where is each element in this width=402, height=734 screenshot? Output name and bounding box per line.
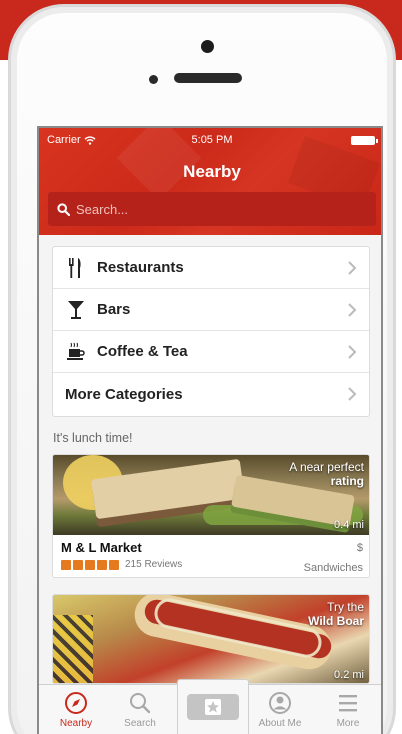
card-tagline: Try the Wild Boar — [308, 600, 364, 628]
featured-card[interactable]: A near perfect rating 0.4 mi M & L Marke… — [52, 454, 370, 578]
tagline-line: A near perfect — [289, 460, 364, 474]
status-bar: Carrier 5:05 PM — [39, 132, 381, 148]
search-input[interactable] — [76, 201, 356, 217]
earpiece-speaker — [174, 73, 242, 83]
tab-label: Search — [124, 718, 156, 729]
category-row-restaurants[interactable]: Restaurants — [53, 247, 369, 289]
chevron-right-icon — [348, 303, 357, 317]
page-title: Nearby — [183, 162, 241, 181]
featured-card[interactable]: Try the Wild Boar 0.2 mi — [52, 594, 370, 684]
app-screenshot: Carrier 5:05 PM Nearby Search... Restaur… — [0, 0, 402, 734]
front-camera — [201, 40, 214, 53]
tagline-line: rating — [330, 474, 364, 488]
tagline-line: Try the — [327, 600, 364, 614]
tab-bar: Nearby Search About Me More — [39, 679, 381, 734]
tab-label: Nearby — [59, 718, 93, 729]
tab-label: About Me — [258, 718, 302, 729]
hamburger-menu-icon — [339, 695, 357, 712]
star-icon — [73, 559, 83, 570]
chevron-right-icon — [348, 261, 357, 275]
search-icon — [57, 202, 70, 216]
chevron-right-icon — [348, 387, 357, 401]
tab-check-in[interactable] — [177, 679, 249, 734]
distance-label: 0.4 mi — [334, 519, 364, 531]
category-row-more[interactable]: More Categories — [53, 373, 369, 416]
price-level: $ — [356, 542, 363, 554]
compass-icon — [65, 692, 87, 714]
section-heading: It's lunch time! — [53, 431, 133, 445]
tab-label: More — [336, 718, 360, 729]
check-in-star-icon — [187, 694, 239, 720]
proximity-sensor — [149, 75, 158, 84]
category-row-bars[interactable]: Bars — [53, 289, 369, 331]
tab-search[interactable]: Search — [109, 685, 171, 734]
profile-icon — [269, 692, 291, 714]
clock: 5:05 PM — [191, 134, 233, 146]
category-label: More Categories — [65, 386, 183, 403]
battery-icon — [351, 136, 378, 145]
search-bar[interactable] — [48, 192, 376, 226]
coffee-cup-icon — [65, 341, 87, 363]
star-icon — [61, 559, 71, 570]
review-count: 215 Reviews — [125, 559, 183, 570]
photo-detail — [53, 615, 93, 683]
card-tagline: A near perfect rating — [289, 460, 364, 488]
business-category: Sandwiches — [303, 562, 363, 574]
business-name: M & L Market — [61, 540, 142, 555]
category-row-coffee-tea[interactable]: Coffee & Tea — [53, 331, 369, 373]
nav-header: Carrier 5:05 PM Nearby — [39, 128, 381, 235]
phone-screen: Carrier 5:05 PM Nearby Search... Restaur… — [37, 126, 383, 734]
category-list: Restaurants Bars Coffee & Tea More Categ… — [52, 246, 370, 417]
category-label: Coffee & Tea — [97, 343, 188, 360]
tab-about-me[interactable]: About Me — [249, 685, 311, 734]
tagline-line: Wild Boar — [308, 614, 364, 628]
star-icon — [109, 559, 119, 570]
tab-nearby[interactable]: Nearby — [45, 685, 107, 734]
category-label: Restaurants — [97, 259, 184, 276]
martini-glass-icon — [65, 299, 87, 321]
star-icon — [97, 559, 107, 570]
star-icon — [85, 559, 95, 570]
business-photo: Try the Wild Boar 0.2 mi — [53, 595, 369, 683]
chevron-right-icon — [348, 345, 357, 359]
category-label: Bars — [97, 301, 131, 318]
business-info: M & L Market $ 215 Reviews Sandwiches — [53, 535, 369, 577]
tab-more[interactable]: More — [317, 685, 379, 734]
search-icon — [130, 693, 151, 714]
distance-label: 0.2 mi — [334, 669, 364, 681]
business-photo: A near perfect rating 0.4 mi — [53, 455, 369, 535]
fork-knife-icon — [65, 257, 87, 279]
